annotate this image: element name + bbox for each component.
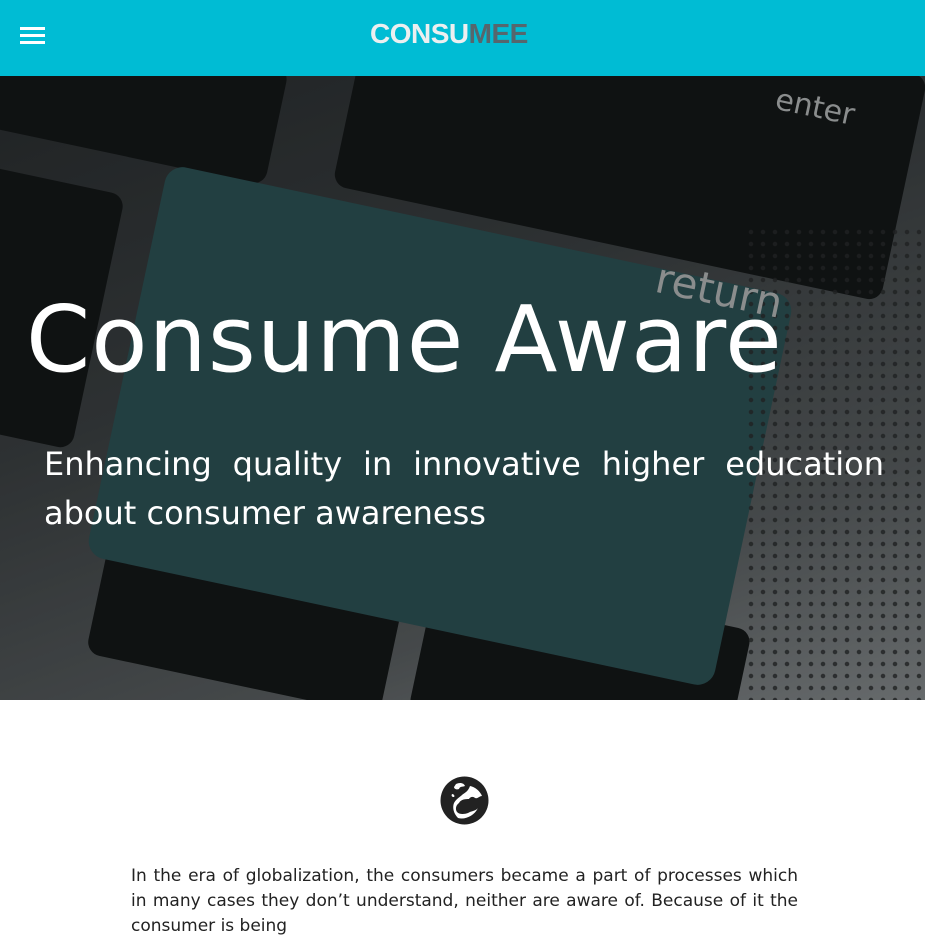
site-logo[interactable]: CONSUMEE	[370, 18, 528, 50]
intro-paragraph: In the era of globalization, the consume…	[131, 866, 798, 936]
logo-part-consu: CONSU	[370, 18, 469, 49]
hero-title: Consume Aware	[26, 286, 783, 393]
top-navbar: CONSUMEE	[0, 0, 925, 76]
globe-icon	[440, 776, 489, 825]
hero-subtitle: Enhancing quality in innovative higher e…	[44, 445, 884, 532]
hero-banner: enter return Consume Aware Enhancing qua…	[0, 76, 925, 700]
logo-part-mee: MEE	[468, 18, 529, 49]
hamburger-menu-icon[interactable]	[20, 27, 45, 45]
